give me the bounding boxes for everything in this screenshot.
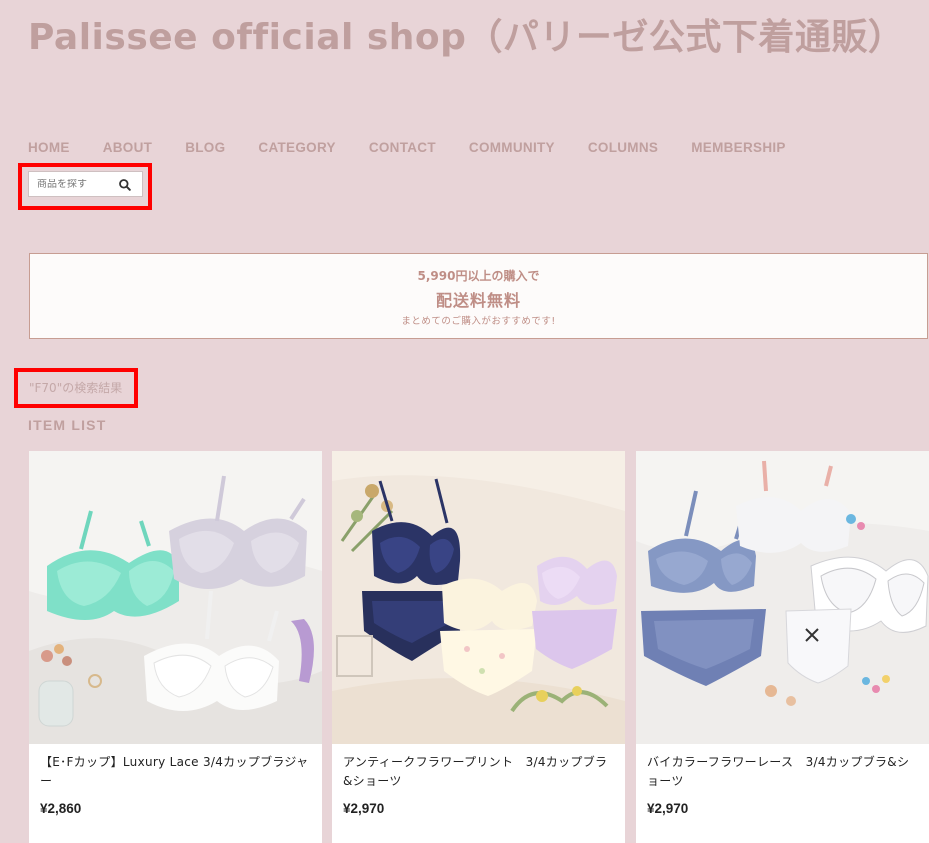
nav-community[interactable]: COMMUNITY <box>469 139 555 157</box>
main-nav: HOME ABOUT BLOG CATEGORY CONTACT COMMUNI… <box>28 139 819 157</box>
search-input[interactable] <box>29 178 117 190</box>
nav-columns[interactable]: COLUMNS <box>588 139 658 157</box>
banner-free-shipping-text: 配送料無料 <box>435 291 521 310</box>
product-image[interactable] <box>332 451 625 744</box>
banner-recommend-text: まとめてのご購入がおすすめです! <box>401 316 556 327</box>
product-name[interactable]: 【E･Fカップ】Luxury Lace 3/4カップブラジャー <box>40 753 312 791</box>
product-image[interactable] <box>636 451 929 744</box>
search-result-heading: "F70"の検索結果 <box>29 381 123 395</box>
free-shipping-banner[interactable]: 5,990円以上の購入で 配送料無料 まとめてのご購入がおすすめです! <box>29 253 928 339</box>
product-card[interactable]: アンティークフラワープリント 3/4カップブラ&ショーツ ¥2,970 <box>332 451 625 843</box>
nav-membership[interactable]: MEMBERSHIP <box>691 139 786 157</box>
site-title[interactable]: Palissee official shop（パリーゼ公式下着通販） <box>28 8 904 60</box>
item-list-title: ITEM LIST <box>28 417 107 433</box>
product-card[interactable]: バイカラーフラワーレース 3/4カップブラ&ショーツ ¥2,970 <box>636 451 929 843</box>
product-image[interactable] <box>29 451 322 744</box>
nav-about[interactable]: ABOUT <box>103 139 153 157</box>
product-price: ¥2,970 <box>647 801 689 816</box>
banner-threshold-text: 5,990円以上の購入で <box>417 269 540 283</box>
product-name[interactable]: アンティークフラワープリント 3/4カップブラ&ショーツ <box>343 753 615 791</box>
nav-contact[interactable]: CONTACT <box>369 139 436 157</box>
product-card[interactable]: 【E･Fカップ】Luxury Lace 3/4カップブラジャー ¥2,860 <box>29 451 322 843</box>
nav-home[interactable]: HOME <box>28 139 70 157</box>
nav-blog[interactable]: BLOG <box>185 139 225 157</box>
product-price: ¥2,970 <box>343 801 385 816</box>
search-icon[interactable] <box>118 177 132 191</box>
search-box <box>28 171 143 197</box>
product-price: ¥2,860 <box>40 801 82 816</box>
product-name[interactable]: バイカラーフラワーレース 3/4カップブラ&ショーツ <box>647 753 919 791</box>
nav-category[interactable]: CATEGORY <box>258 139 335 157</box>
